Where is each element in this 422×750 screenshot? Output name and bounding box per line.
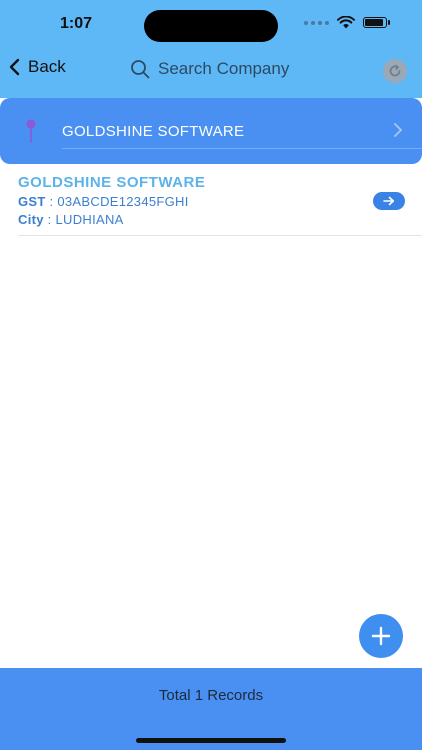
- company-selector[interactable]: GOLDSHINE SOFTWARE: [0, 98, 422, 164]
- selected-company-name: GOLDSHINE SOFTWARE: [62, 123, 245, 140]
- status-time: 1:07: [60, 15, 93, 32]
- card-divider: [62, 148, 422, 149]
- battery-cap: [388, 20, 390, 25]
- refresh-button[interactable]: [383, 59, 407, 83]
- back-label: Back: [28, 57, 66, 76]
- city-row: City : LUDHIANA: [18, 212, 124, 227]
- top-header: 1:07 Back: [0, 0, 422, 98]
- cellular-signal-icon: [304, 20, 329, 25]
- gst-separator: :: [45, 194, 58, 209]
- chevron-right-icon: [394, 123, 402, 137]
- plus-icon: [371, 626, 391, 646]
- company-list-item[interactable]: GOLDSHINE SOFTWARE GST : 03ABCDE12345FGH…: [18, 172, 422, 236]
- arrow-right-icon: [383, 196, 395, 206]
- city-value: LUDHIANA: [55, 212, 124, 227]
- search-icon: [131, 60, 150, 79]
- refresh-icon: [389, 64, 401, 77]
- wifi-icon: [337, 16, 355, 29]
- chevron-left-icon: [9, 58, 20, 76]
- search-bar[interactable]: [130, 58, 340, 80]
- gst-label: GST: [18, 194, 46, 209]
- back-button[interactable]: Back: [8, 57, 66, 77]
- open-company-button[interactable]: [373, 192, 405, 210]
- dynamic-island: [144, 10, 278, 42]
- status-icons: [304, 16, 390, 29]
- company-title: GOLDSHINE SOFTWARE: [18, 174, 206, 191]
- total-records-label: Total 1 Records: [158, 687, 264, 704]
- add-company-button[interactable]: [359, 614, 403, 658]
- gst-row: GST : 03ABCDE12345FGHI: [18, 194, 189, 209]
- home-indicator: [136, 738, 286, 743]
- search-input[interactable]: [156, 58, 340, 80]
- battery-icon: [363, 17, 387, 28]
- city-label: City: [18, 212, 44, 227]
- city-separator: :: [43, 212, 56, 227]
- app-screen: 1:07 Back Search Company GOLDSHINE SOFTW…: [0, 0, 422, 750]
- gst-value: 03ABCDE12345FGHI: [57, 194, 189, 209]
- map-pin-icon: [26, 119, 36, 143]
